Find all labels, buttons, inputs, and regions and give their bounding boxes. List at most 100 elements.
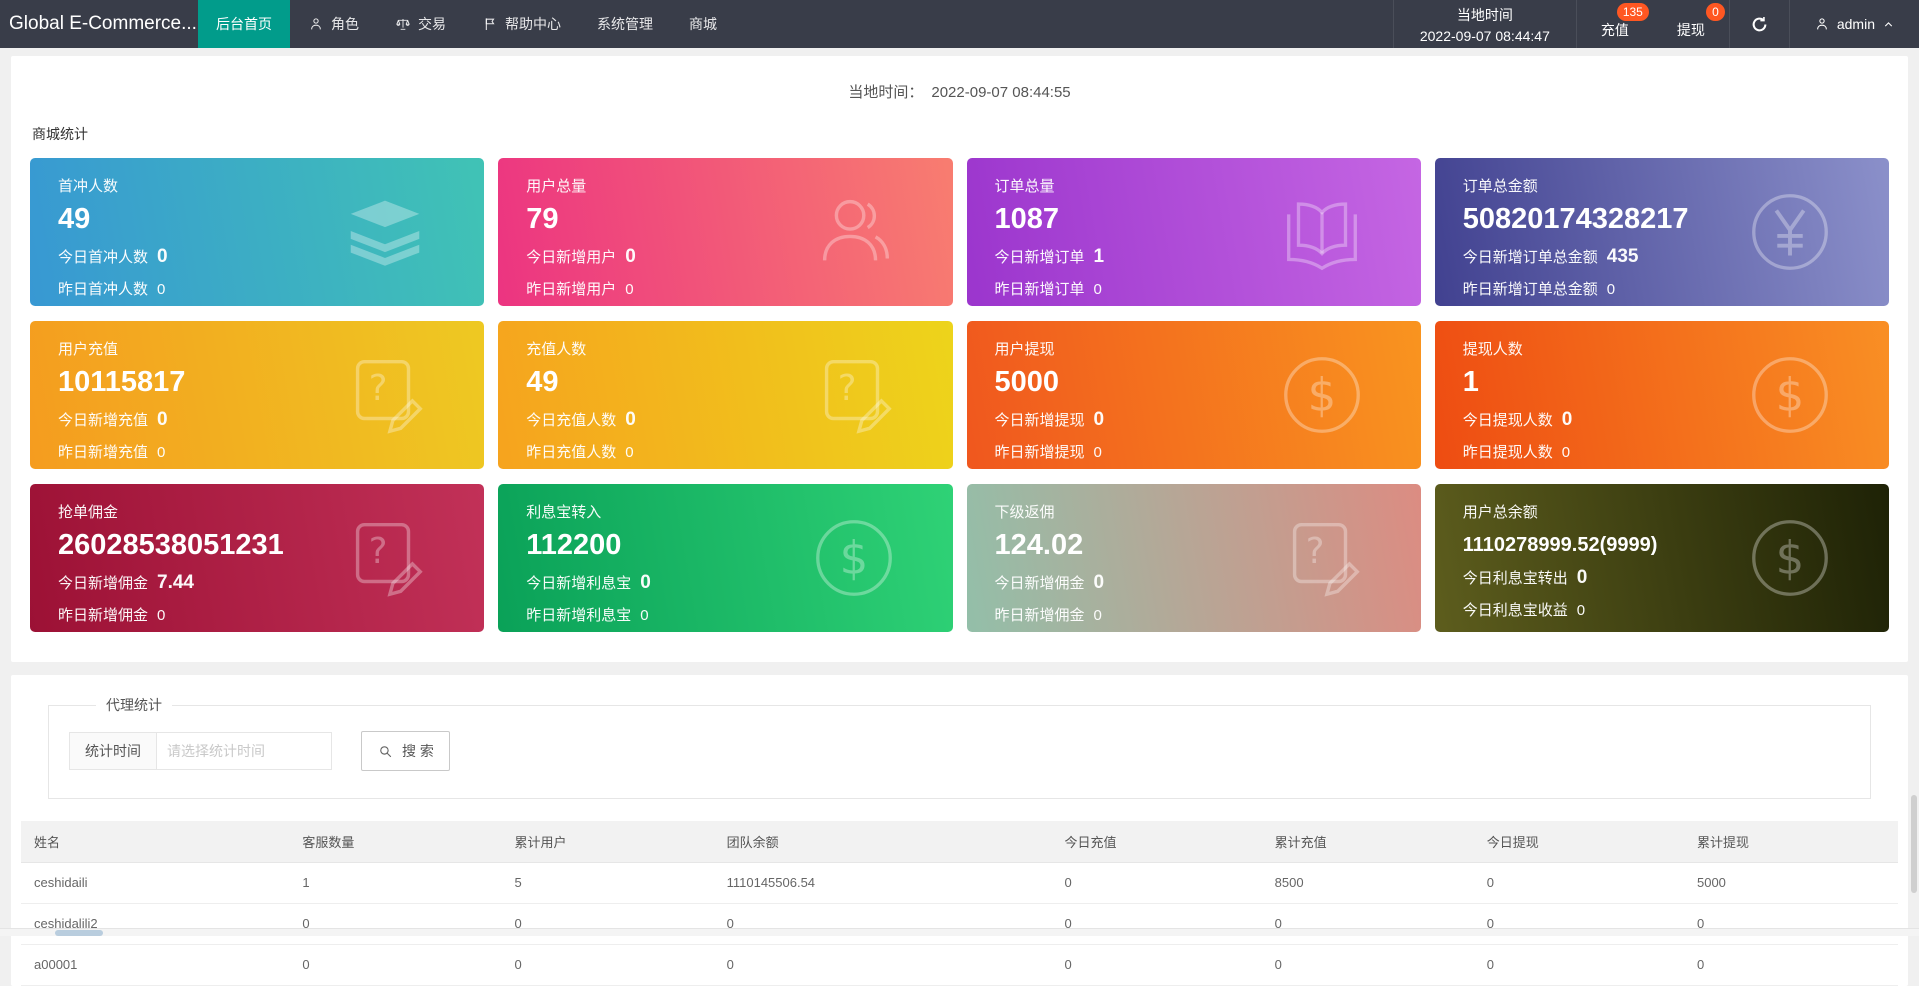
book-icon [1275, 185, 1369, 279]
card-yesterday-value: 0 [625, 444, 634, 461]
recharge-notice[interactable]: 充值 135 [1577, 0, 1653, 48]
question-doc-icon [1275, 511, 1369, 605]
yen-icon [1743, 185, 1837, 279]
card-icon-box [338, 185, 432, 279]
refresh-button[interactable] [1728, 0, 1790, 48]
stat-card-6: 充值人数 49 今日充值人数 0 昨日充值人数 0 [498, 321, 953, 469]
card-icon-box [1743, 185, 1837, 279]
layers-icon [338, 185, 432, 279]
card-today-value: 0 [1093, 409, 1105, 430]
card-today-value: 0 [625, 409, 636, 430]
card-yesterday-value: 0 [625, 281, 634, 298]
card-today-value: 0 [1576, 567, 1588, 588]
nav-tab-5[interactable]: 系统管理 [579, 0, 671, 48]
card-yesterday-label: 昨日新增提现 [994, 444, 1085, 461]
card-yesterday-label: 昨日充值人数 [526, 444, 617, 461]
search-button[interactable]: 搜 索 [361, 731, 450, 771]
user-menu[interactable]: admin [1790, 0, 1919, 48]
card-yesterday-label: 昨日提现人数 [1462, 444, 1553, 461]
table-cell: 0 [1261, 944, 1474, 986]
nav-tab-6[interactable]: 商城 [671, 0, 735, 48]
card-yesterday-value: 0 [1093, 444, 1102, 461]
card-yesterday-value: 0 [157, 444, 166, 461]
table-cell: 0 [501, 944, 714, 986]
local-time-block: 当地时间 2022-09-07 08:44:47 [1392, 0, 1577, 48]
table-cell: 0 [1683, 903, 1898, 945]
panel-local-time: 当地时间： 2022-09-07 08:44:55 [30, 56, 1889, 102]
card-yesterday-value: 0 [1093, 607, 1102, 624]
question-doc-icon [338, 511, 432, 605]
table-row-3: a00001 0 0 0 0 0 0 0 [21, 944, 1898, 986]
card-icon-box [338, 511, 432, 605]
card-today-label: 今日提现人数 [1462, 412, 1553, 429]
search-button-label: 搜 索 [402, 743, 434, 759]
panel-local-time-label: 当地时间： [848, 84, 924, 101]
question-doc-icon [807, 348, 901, 442]
table-cell: 0 [1051, 944, 1262, 986]
card-icon-box [1275, 185, 1369, 279]
nav-tab-label: 角色 [331, 16, 359, 32]
card-yesterday-label: 昨日新增佣金 [58, 607, 149, 624]
withdraw-badge: 0 [1706, 3, 1725, 21]
vertical-scrollbar-thumb[interactable] [1911, 795, 1917, 893]
horizontal-scrollbar-thumb[interactable] [55, 930, 103, 936]
card-yesterday-line: 昨日新增提现 0 [995, 441, 1421, 462]
agent-stats-panel: 代理统计 统计时间 搜 索 姓名客服数量累计用户团队余额今日充值累计充值今日提现… [11, 675, 1908, 986]
horizontal-scrollbar[interactable] [0, 928, 1919, 936]
panel-local-time-value: 2022-09-07 08:44:55 [931, 84, 1071, 101]
nav-tab-4[interactable]: 帮助中心 [464, 0, 579, 48]
card-today-value: 0 [157, 246, 168, 267]
card-yesterday-value: 0 [1606, 281, 1616, 298]
table-cell: 0 [713, 903, 1052, 945]
nav-tab-1[interactable]: 后台首页 [198, 0, 290, 48]
local-time-value: 2022-09-07 08:44:47 [1419, 28, 1550, 44]
top-navbar: Global E-Commerce... 后台首页 角色 交易 帮助中心 系统管理 商城 … [0, 0, 1919, 48]
card-today-label: 今日新增订单 [994, 249, 1085, 266]
dollar-icon [1743, 348, 1837, 442]
withdraw-notice[interactable]: 提现 0 [1653, 0, 1729, 48]
card-icon-box [1743, 348, 1837, 442]
stat-card-12: 用户总余额 1110278999.52(9999) 今日利息宝转出 0 今日利息宝收益 0 [1434, 484, 1889, 632]
nav-tab-2[interactable]: 角色 [290, 0, 377, 48]
card-yesterday-label: 昨日新增充值 [58, 444, 149, 461]
stat-time-label: 统计时间 [69, 732, 157, 770]
card-today-value: 0 [157, 409, 168, 430]
table-row-1: ceshidaili 1 5 1110145506.54 0 8500 0 5000 [21, 862, 1898, 904]
table-cell: 0 [1473, 903, 1684, 945]
table-header-cell: 团队余额 [713, 821, 1052, 863]
username: admin [1836, 16, 1875, 32]
table-header-cell: 今日提现 [1473, 821, 1684, 863]
question-doc-icon [338, 348, 432, 442]
app-brand[interactable]: Global E-Commerce... [0, 0, 198, 48]
card-today-value: 0 [625, 246, 636, 267]
recharge-badge: 135 [1616, 3, 1649, 21]
card-yesterday-label: 昨日新增利息宝 [526, 607, 632, 624]
flag-icon [482, 16, 498, 32]
table-header-cell: 累计用户 [501, 821, 714, 863]
card-today-label: 今日新增利息宝 [526, 575, 632, 592]
table-cell: 0 [1051, 862, 1262, 904]
stat-card-9: 抢单佣金 26028538051231 今日新增佣金 7.44 昨日新增佣金 0 [30, 484, 485, 632]
card-yesterday-line: 昨日新增佣金 0 [58, 604, 484, 625]
card-today-label: 今日利息宝转出 [1462, 570, 1568, 587]
table-header-cell: 客服数量 [289, 821, 502, 863]
table-cell: ceshidaili [21, 862, 290, 904]
card-today-label: 今日新增订单总金额 [1462, 249, 1598, 266]
user-icon [1814, 16, 1830, 32]
table-cell: 1110145506.54 [713, 862, 1052, 904]
table-cell: 1 [289, 862, 502, 904]
agent-table: 姓名 客服数量 累计用户 团队余额 今日充值 累计充值 今日提现 累计提现 ceshidail… [21, 821, 1898, 986]
card-icon-box [807, 511, 901, 605]
nav-tab-label: 交易 [418, 16, 446, 32]
card-yesterday-value: 0 [1093, 281, 1102, 298]
card-yesterday-line: 昨日首冲人数 0 [58, 278, 484, 299]
mall-stats-panel: 当地时间： 2022-09-07 08:44:55 商城统计 首冲人数 49 今日首冲… [11, 56, 1908, 662]
nav-tab-3[interactable]: 交易 [377, 0, 464, 48]
card-today-label: 今日新增提现 [994, 412, 1085, 429]
nav-tab-label: 后台首页 [216, 16, 272, 32]
card-yesterday-label: 昨日首冲人数 [58, 281, 149, 298]
stat-card-3: 订单总量 1087 今日新增订单 1 昨日新增订单 0 [966, 158, 1421, 306]
scales-icon [395, 16, 411, 32]
nav-tab-label: 帮助中心 [505, 16, 561, 32]
stat-time-input[interactable] [157, 732, 332, 770]
